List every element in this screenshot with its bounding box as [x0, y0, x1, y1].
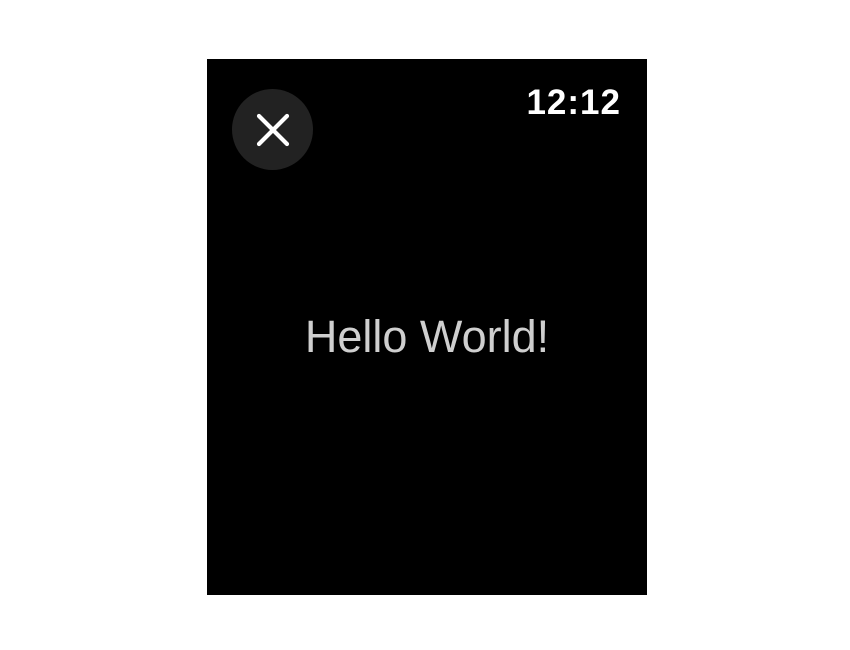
- close-button[interactable]: [232, 89, 313, 170]
- watch-screen: 12:12 Hello World!: [207, 59, 647, 595]
- status-time: 12:12: [526, 83, 621, 122]
- close-icon: [255, 112, 291, 148]
- hello-message: Hello World!: [304, 311, 550, 362]
